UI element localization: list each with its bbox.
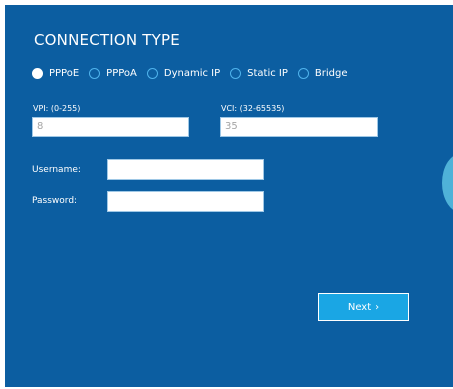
- radio-circle-icon: [146, 67, 158, 79]
- chevron-right-icon: ›: [375, 301, 380, 313]
- next-button-label: Next: [347, 301, 372, 313]
- username-input[interactable]: [107, 159, 264, 180]
- vci-input[interactable]: 35: [220, 117, 378, 137]
- radio-label: Static IP: [247, 67, 288, 79]
- vpi-label: VPI: (0-255): [33, 104, 81, 113]
- page-title: CONNECTION TYPE: [34, 31, 180, 49]
- connection-type-radio-group: PPPoE PPPoA Dynamic IP Static IP Bridge: [32, 66, 358, 80]
- radio-label: Bridge: [314, 67, 348, 79]
- next-button[interactable]: Next ›: [318, 293, 409, 321]
- radio-bridge[interactable]: Bridge: [297, 67, 348, 79]
- radio-circle-icon: [89, 67, 101, 79]
- radio-label: PPPoE: [49, 67, 80, 79]
- vpi-input[interactable]: 8: [32, 117, 189, 137]
- side-tab-circle[interactable]: [442, 153, 453, 213]
- radio-circle-icon: [230, 67, 242, 79]
- radio-circle-icon: [32, 67, 43, 79]
- vci-label: VCI: (32-65535): [221, 104, 285, 113]
- radio-pppoe[interactable]: PPPoE: [32, 67, 80, 79]
- radio-label: PPPoA: [106, 67, 137, 79]
- radio-circle-icon: [297, 67, 309, 79]
- connection-panel: CONNECTION TYPE PPPoE PPPoA Dynamic IP S…: [5, 5, 453, 387]
- radio-static-ip[interactable]: Static IP: [230, 67, 288, 79]
- username-label: Username:: [32, 165, 81, 175]
- radio-dynamic-ip[interactable]: Dynamic IP: [146, 67, 221, 79]
- radio-label: Dynamic IP: [163, 67, 221, 79]
- password-label: Password:: [32, 196, 78, 206]
- radio-pppoa[interactable]: PPPoA: [89, 67, 137, 79]
- password-input[interactable]: [107, 191, 264, 212]
